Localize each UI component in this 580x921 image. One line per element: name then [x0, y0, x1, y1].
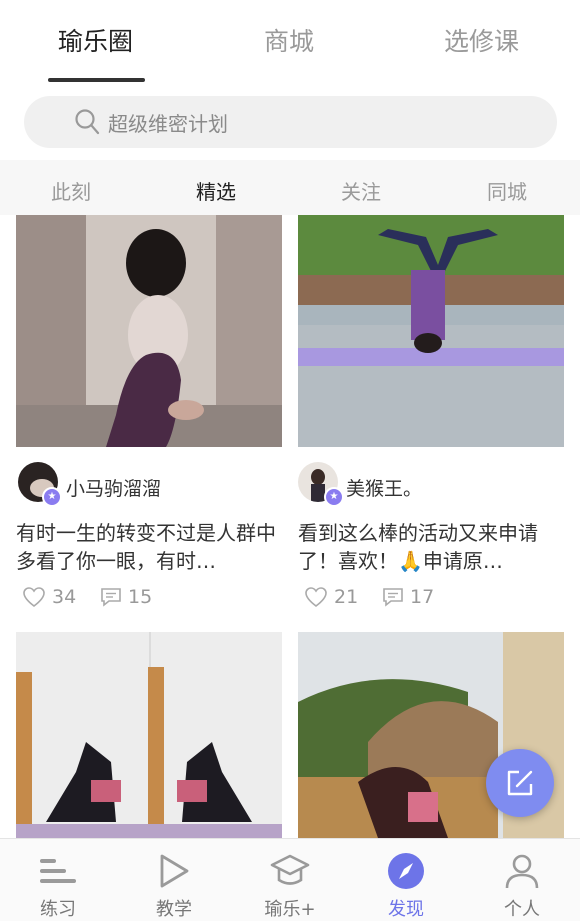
- nav-personal[interactable]: 个人: [464, 839, 580, 921]
- verified-badge-icon: ★: [324, 487, 344, 507]
- comment-count[interactable]: 17: [382, 586, 434, 608]
- graduation-cap-icon: [270, 854, 310, 885]
- edit-icon: [507, 770, 533, 796]
- active-tab-indicator: [48, 78, 145, 82]
- tab-following[interactable]: 关注: [341, 176, 381, 205]
- top-tab-bar: 瑜乐圈 商城 选修课: [0, 0, 580, 88]
- heart-icon: [305, 587, 327, 608]
- search-bar[interactable]: 超级维密计划: [24, 96, 557, 148]
- tab-yule-circle[interactable]: 瑜乐圈: [58, 22, 133, 58]
- nav-teaching[interactable]: 教学: [116, 839, 232, 921]
- practice-icon: [40, 859, 76, 883]
- like-count[interactable]: 34: [22, 586, 76, 608]
- post-text[interactable]: 有时一生的转变不过是人群中多看了你一眼，有时…: [16, 519, 282, 575]
- feed-filter-tabs: 此刻 精选 关注 同城: [0, 160, 580, 215]
- comment-count-value: 15: [128, 586, 153, 608]
- search-icon: [75, 109, 100, 135]
- like-count-value: 21: [334, 586, 359, 608]
- username[interactable]: 美猴王。: [346, 474, 422, 501]
- tab-now[interactable]: 此刻: [51, 176, 91, 205]
- nav-personal-label: 个人: [504, 899, 540, 920]
- feed-card[interactable]: [16, 632, 282, 838]
- comment-icon: [383, 588, 403, 607]
- nav-discover[interactable]: 发现: [348, 839, 464, 921]
- verified-badge-icon: ★: [42, 487, 62, 507]
- nav-yule-plus[interactable]: 瑜乐+: [232, 839, 348, 921]
- bottom-navigation: 练习 教学 瑜乐+ 发现 个人: [0, 838, 580, 921]
- post-text[interactable]: 看到这么棒的活动又来申请了！喜欢！🙏申请原…: [298, 519, 564, 575]
- comment-count-value: 17: [410, 586, 435, 608]
- nav-practice[interactable]: 练习: [0, 839, 116, 921]
- tab-mall[interactable]: 商城: [264, 22, 314, 58]
- comment-count[interactable]: 15: [100, 586, 152, 608]
- tab-elective-course[interactable]: 选修课: [444, 22, 519, 58]
- play-icon: [160, 854, 189, 888]
- post-image[interactable]: [16, 632, 282, 838]
- heart-icon: [23, 587, 45, 608]
- nav-teaching-label: 教学: [156, 899, 192, 920]
- post-image[interactable]: [16, 215, 282, 447]
- like-count[interactable]: 21: [304, 586, 358, 608]
- tab-same-city[interactable]: 同城: [487, 176, 527, 205]
- compass-icon: [388, 853, 424, 889]
- nav-yule-plus-label: 瑜乐+: [264, 899, 316, 920]
- feed-card[interactable]: ★ 小马驹溜溜 有时一生的转变不过是人群中多看了你一眼，有时… 34 15: [16, 215, 282, 615]
- like-count-value: 34: [52, 586, 77, 608]
- search-input[interactable]: 超级维密计划: [108, 108, 228, 137]
- compose-post-button[interactable]: [486, 749, 554, 817]
- nav-practice-label: 练习: [40, 899, 76, 920]
- nav-discover-label: 发现: [388, 899, 424, 920]
- post-image[interactable]: [298, 215, 564, 447]
- username[interactable]: 小马驹溜溜: [66, 474, 161, 501]
- tab-featured[interactable]: 精选: [196, 176, 236, 205]
- feed-card[interactable]: ★ 美猴王。 看到这么棒的活动又来申请了！喜欢！🙏申请原… 21 17: [298, 215, 564, 615]
- comment-icon: [101, 588, 121, 607]
- user-icon: [505, 854, 539, 889]
